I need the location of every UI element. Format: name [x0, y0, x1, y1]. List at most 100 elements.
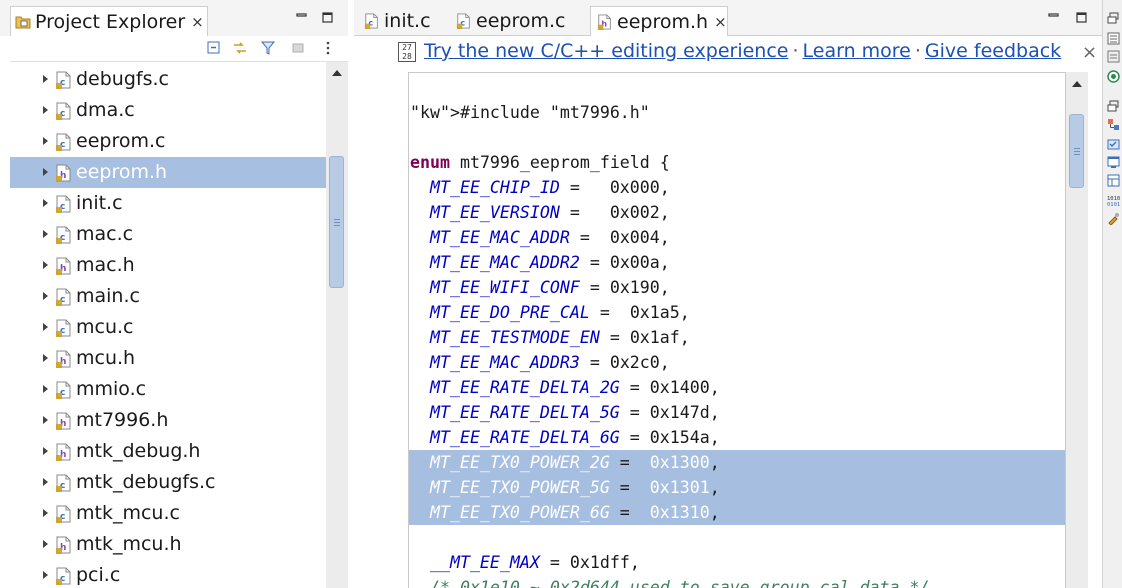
type-hierarchy-icon[interactable] [1107, 118, 1120, 131]
tree-item[interactable]: c mtk_mcu.c [10, 498, 326, 529]
scrollbar-thumb[interactable] [1069, 114, 1084, 188]
code-line: MT_EE_TX0_POWER_2G = 0x1300, [409, 450, 1065, 475]
restore-icon[interactable] [1107, 12, 1120, 25]
maximize-icon[interactable] [322, 12, 333, 26]
expand-arrow-icon[interactable] [43, 261, 48, 269]
tab-eeprom-h[interactable]: h eeprom.h × [590, 6, 728, 36]
code-line: MT_EE_DO_PRE_CAL = 0x1a5, [429, 303, 690, 322]
c-file-icon: c [56, 288, 71, 306]
expand-arrow-icon[interactable] [43, 230, 48, 238]
outline-icon[interactable] [1107, 32, 1120, 45]
new-editor-icon: 27 28 [398, 42, 416, 62]
code-line: MT_EE_RATE_DELTA_6G = 0x154a, [429, 428, 720, 447]
tab-project-explorer-label: Project Explorer [35, 10, 186, 33]
explorer-toolbar [10, 36, 348, 62]
memory-icon[interactable]: 10100101 [1107, 194, 1120, 207]
tree-item-label: pci.c [76, 564, 121, 586]
c-file-icon: c [56, 133, 71, 151]
minimize-icon[interactable] [296, 12, 307, 26]
tab-project-explorer[interactable]: Project Explorer × [10, 6, 208, 36]
minimize-icon[interactable] [1048, 12, 1059, 26]
tools-icon[interactable] [1107, 212, 1120, 225]
tree-item[interactable]: c pci.c [10, 560, 326, 588]
code-line: enum mt7996_eeprom_field { [410, 153, 670, 172]
tree-item[interactable]: h eeprom.h [10, 157, 326, 188]
expand-arrow-icon[interactable] [43, 106, 48, 114]
editor-panel: c init.c c eeprom.c h eeprom.h × 27 28 Try the … [354, 0, 1102, 588]
expand-arrow-icon[interactable] [43, 75, 48, 83]
link-with-editor-icon[interactable] [232, 40, 248, 56]
expand-arrow-icon[interactable] [43, 354, 48, 362]
header-file-icon: h [56, 350, 71, 368]
expand-arrow-icon[interactable] [43, 385, 48, 393]
code-line: MT_EE_CHIP_ID = 0x000, [429, 178, 670, 197]
tree-item[interactable]: c eeprom.c [10, 126, 326, 157]
tree-item-label: eeprom.h [76, 161, 168, 183]
expand-arrow-icon[interactable] [43, 323, 48, 331]
scroll-up-icon[interactable] [332, 70, 342, 76]
expand-arrow-icon[interactable] [43, 292, 48, 300]
tree-item[interactable]: c main.c [10, 281, 326, 312]
tree-item[interactable]: c init.c [10, 188, 326, 219]
expand-arrow-icon[interactable] [43, 478, 48, 486]
tree-item[interactable]: c debugfs.c [10, 64, 326, 95]
code-line: MT_EE_MAC_ADDR3 = 0x2c0, [429, 353, 670, 372]
collapse-all-icon[interactable] [206, 40, 222, 56]
tree-item[interactable]: h mtk_mcu.h [10, 529, 326, 560]
code-line: MT_EE_MAC_ADDR2 = 0x00a, [429, 253, 670, 272]
tree-item-label: mac.h [76, 254, 135, 276]
scrollbar-thumb[interactable] [329, 156, 344, 288]
close-icon[interactable]: × [1082, 42, 1097, 63]
view-menu-icon[interactable] [324, 40, 332, 56]
tree-item[interactable]: c dma.c [10, 95, 326, 126]
close-icon[interactable]: × [191, 13, 204, 31]
c-file-icon: c [56, 195, 71, 213]
focus-icon[interactable] [290, 40, 306, 56]
expand-arrow-icon[interactable] [43, 571, 48, 579]
header-file-icon: h [597, 13, 611, 30]
try-new-editor-link[interactable]: Try the new C/C++ editing experience [424, 40, 788, 62]
header-file-icon: h [56, 536, 71, 554]
learn-more-link[interactable]: Learn more [803, 40, 911, 62]
editor-notification-bar: 27 28 Try the new C/C++ editing experienc… [354, 36, 1102, 70]
build-targets-icon[interactable] [1107, 70, 1120, 83]
file-tree: c debugfs.c c dma.c c eeprom.c h eeprom.h c init.… [10, 62, 326, 588]
expand-arrow-icon[interactable] [43, 509, 48, 517]
expand-arrow-icon[interactable] [43, 199, 48, 207]
explorer-scrollbar[interactable] [326, 62, 348, 588]
notification-row: Try the new C/C++ editing experience · Lea… [424, 40, 1061, 62]
task-list-icon[interactable] [1107, 50, 1120, 63]
give-feedback-link[interactable]: Give feedback [925, 40, 1061, 62]
restore-icon[interactable] [1107, 100, 1120, 113]
c-file-icon: c [364, 13, 378, 29]
tree-item[interactable]: h mac.h [10, 250, 326, 281]
tree-item-label: mcu.h [76, 347, 136, 369]
tree-item[interactable]: c mtk_debugfs.c [10, 467, 326, 498]
console-icon[interactable] [1107, 156, 1120, 169]
tree-item[interactable]: c mmio.c [10, 374, 326, 405]
tab-eeprom-c[interactable]: c eeprom.c [450, 6, 580, 36]
code-line: MT_EE_RATE_DELTA_5G = 0x147d, [429, 403, 720, 422]
tree-item[interactable]: h mtk_debug.h [10, 436, 326, 467]
properties-icon[interactable] [1107, 174, 1120, 187]
scroll-up-icon[interactable] [1072, 81, 1082, 87]
maximize-icon[interactable] [1076, 12, 1087, 26]
expand-arrow-icon[interactable] [43, 416, 48, 424]
expand-arrow-icon[interactable] [43, 540, 48, 548]
filter-icon[interactable] [260, 40, 276, 56]
close-icon[interactable]: × [714, 13, 727, 31]
expand-arrow-icon[interactable] [43, 447, 48, 455]
include-browser-icon[interactable] [1107, 138, 1120, 151]
tree-item[interactable]: c mcu.c [10, 312, 326, 343]
code-editor[interactable]: "kw">#include "mt7996.h" enum mt7996_eepr… [408, 72, 1066, 588]
separator: · [792, 40, 799, 62]
tree-item[interactable]: h mt7996.h [10, 405, 326, 436]
editor-scrollbar[interactable] [1066, 72, 1088, 588]
expand-arrow-icon[interactable] [43, 137, 48, 145]
code-line: __MT_EE_MAX = 0x1dff, [429, 553, 640, 572]
expand-arrow-icon[interactable] [43, 168, 48, 176]
tree-item[interactable]: c mac.c [10, 219, 326, 250]
tree-item[interactable]: h mcu.h [10, 343, 326, 374]
explorer-tabbar: Project Explorer × [0, 0, 348, 36]
tab-init-c[interactable]: c init.c [358, 6, 444, 36]
